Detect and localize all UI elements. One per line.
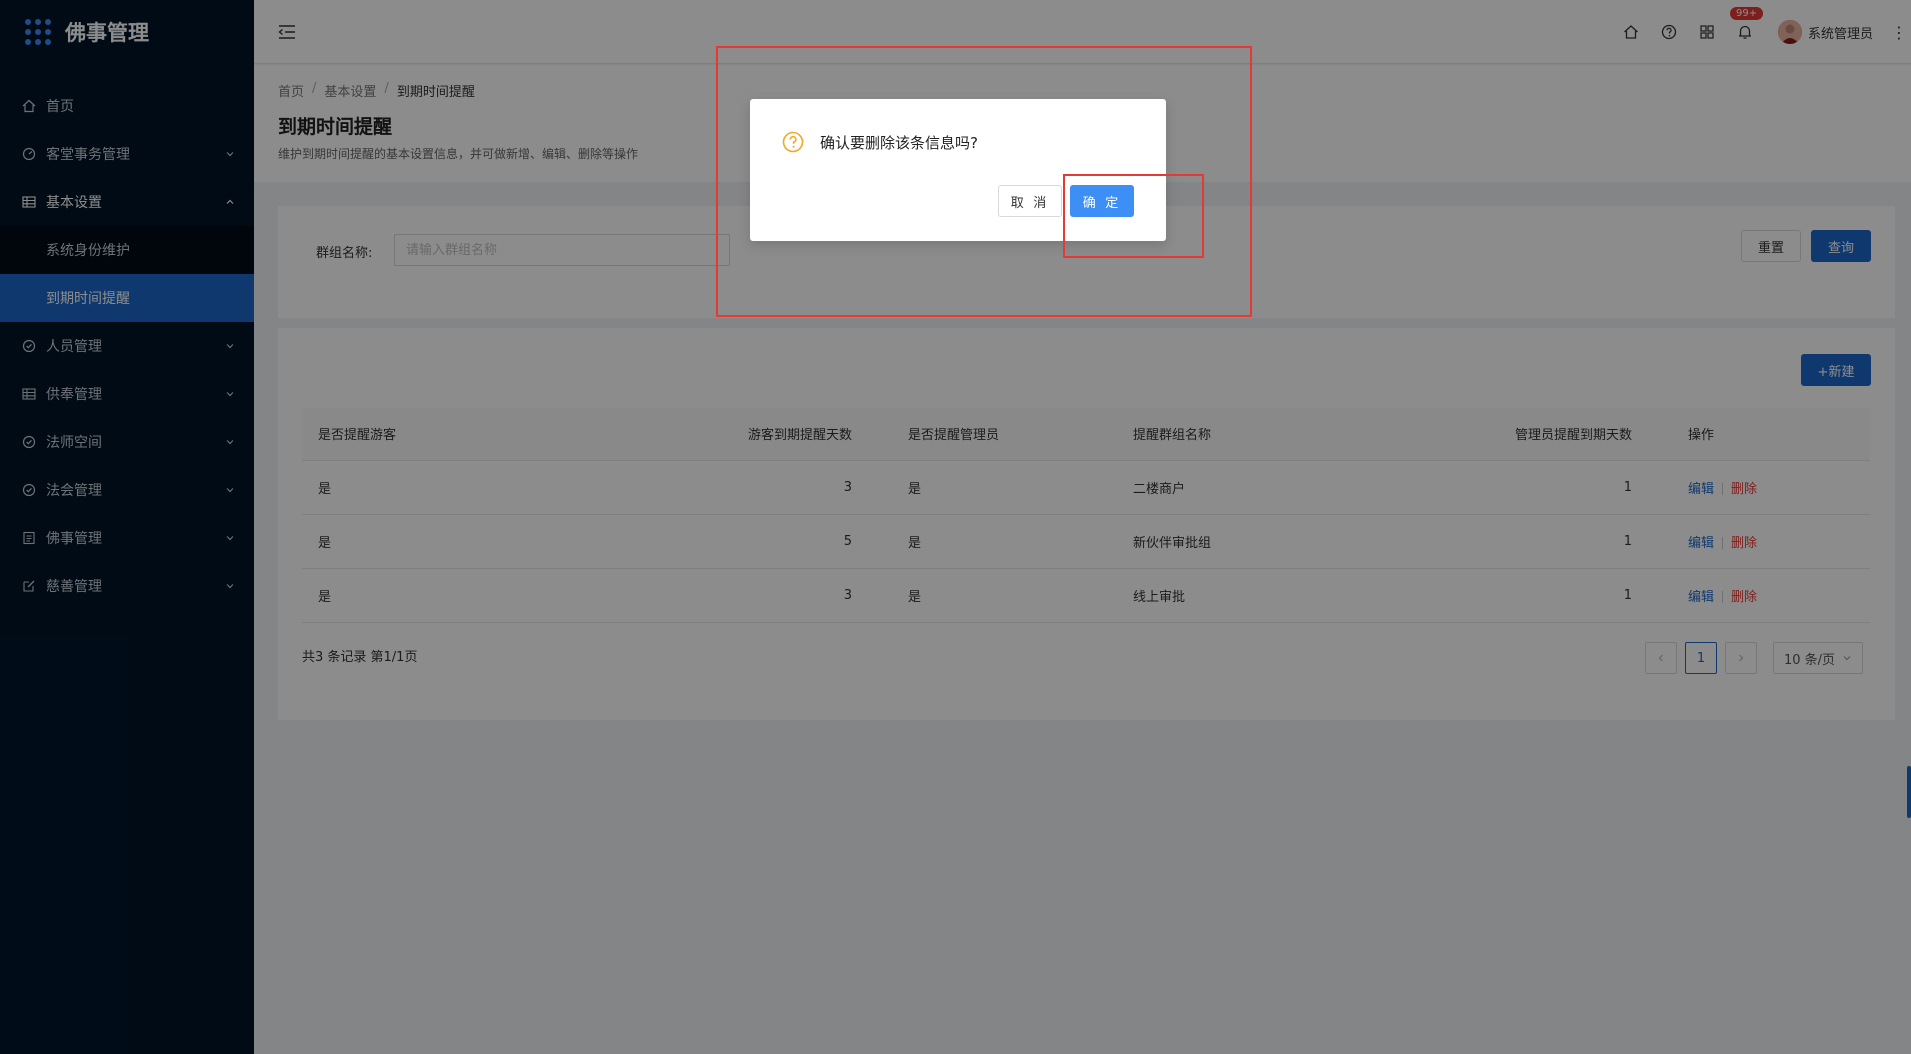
annotation-box-confirm bbox=[1063, 174, 1204, 258]
